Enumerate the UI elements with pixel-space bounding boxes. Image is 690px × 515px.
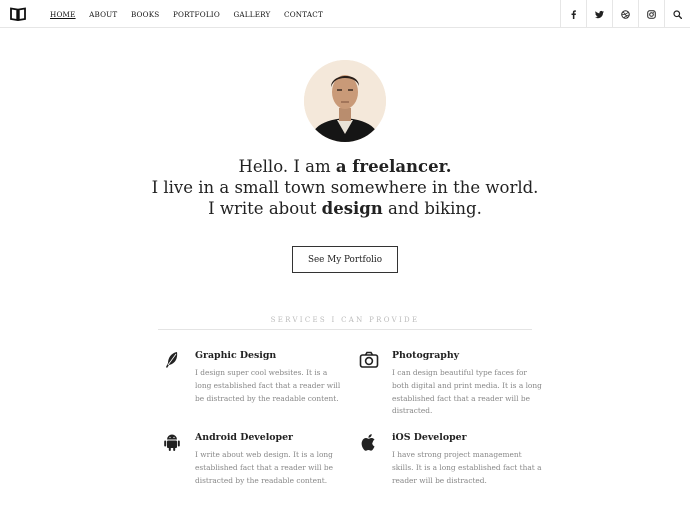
nav-home[interactable]: HOME	[50, 10, 76, 19]
hero-line-1-emphasis: a freelancer.	[335, 157, 452, 176]
open-book-icon[interactable]	[10, 7, 26, 21]
service-description: I write about web design. It is a long e…	[195, 450, 333, 485]
nav-gallery[interactable]: GALLERY	[233, 10, 270, 19]
feather-icon	[166, 352, 178, 368]
service-description: I have strong project management skills.…	[392, 450, 542, 485]
apple-icon	[361, 434, 375, 451]
nav-books[interactable]: BOOKS	[131, 10, 160, 19]
profile-avatar	[304, 60, 386, 142]
hero-line-3-text: I write about	[208, 199, 322, 218]
nav-contact[interactable]: CONTACT	[284, 10, 323, 19]
services-heading: SERVICES I CAN PROVIDE	[270, 316, 420, 324]
service-graphic-design: Graphic Design I design super cool websi…	[166, 350, 345, 405]
service-title: Graphic Design	[195, 350, 277, 361]
facebook-icon	[571, 9, 576, 19]
social-links	[560, 0, 690, 28]
search-button[interactable]	[664, 0, 690, 28]
hero-line-1: Hello. I am a freelancer.	[0, 156, 690, 177]
service-ios-developer: iOS Developer I have strong project mana…	[361, 432, 542, 487]
hero-line-3: I write about design and biking.	[0, 198, 690, 219]
service-title: Android Developer	[195, 432, 293, 443]
hero-line-3-end: and biking.	[382, 199, 482, 218]
see-portfolio-button[interactable]: See My Portfolio	[292, 246, 398, 273]
hero-intro: Hello. I am a freelancer. I live in a sm…	[0, 156, 690, 219]
nav-portfolio[interactable]: PORTFOLIO	[173, 10, 220, 19]
nav-about[interactable]: ABOUT	[89, 10, 117, 19]
service-android-developer: Android Developer I write about web desi…	[164, 432, 345, 487]
hero-line-2: I live in a small town somewhere in the …	[151, 178, 539, 197]
dribbble-icon	[621, 9, 630, 19]
portrait-image	[304, 60, 386, 142]
dribbble-button[interactable]	[612, 0, 638, 28]
main-menu: HOME ABOUT BOOKS PORTFOLIO GALLERY CONTA…	[50, 0, 336, 28]
service-photography: Photography I can design beautiful type …	[359, 350, 542, 418]
hero-line-1-text: Hello. I am	[238, 157, 336, 176]
service-description: I design super cool websites. It is a lo…	[195, 368, 341, 403]
services-divider	[158, 329, 532, 330]
service-description: I can design beautiful type faces for bo…	[392, 368, 542, 416]
instagram-icon	[647, 9, 656, 19]
twitter-button[interactable]	[586, 0, 612, 28]
camera-icon	[359, 351, 379, 368]
instagram-button[interactable]	[638, 0, 664, 28]
search-icon	[673, 9, 682, 19]
service-title: iOS Developer	[392, 432, 467, 443]
twitter-icon	[595, 10, 604, 18]
facebook-button[interactable]	[560, 0, 586, 28]
service-title: Photography	[392, 350, 460, 361]
top-navigation-bar: HOME ABOUT BOOKS PORTFOLIO GALLERY CONTA…	[0, 0, 690, 28]
hero-line-3-emphasis: design	[321, 199, 383, 218]
android-icon	[164, 434, 180, 451]
